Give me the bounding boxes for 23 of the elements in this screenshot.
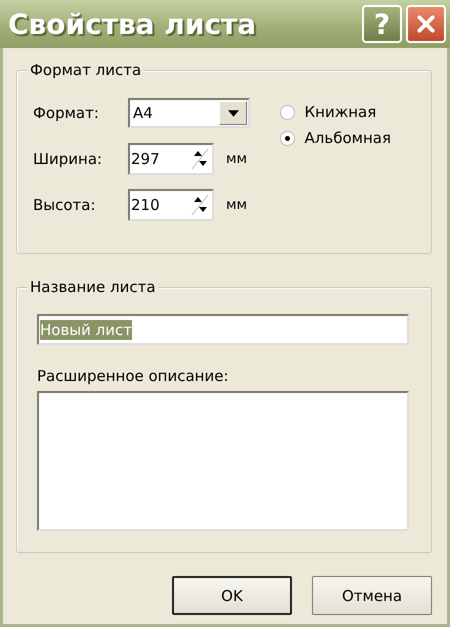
spinner-arrows-icon[interactable] — [190, 147, 210, 171]
close-icon — [415, 13, 437, 35]
caret-icon — [228, 110, 238, 116]
group-title: Формат листа — [27, 61, 144, 79]
field-label: Расширенное описание: — [37, 367, 230, 385]
field-label: Формат: — [33, 104, 100, 122]
unit-label: мм — [226, 197, 248, 213]
number-field[interactable]: 210 — [128, 189, 214, 221]
description-field[interactable] — [37, 391, 409, 531]
radio-button[interactable] — [280, 104, 295, 120]
close-button[interactable] — [406, 5, 446, 43]
field-label: Высота: — [33, 196, 97, 214]
field-label: Ширина: — [33, 150, 104, 168]
dialog-button[interactable]: Отмена — [312, 576, 432, 615]
format-dropdown[interactable]: A4 — [128, 98, 250, 128]
dialog-button[interactable]: OK — [172, 576, 292, 615]
radio-option[interactable]: Альбомная — [280, 129, 391, 147]
spinner-arrows-icon[interactable] — [190, 193, 210, 217]
radio-option[interactable]: Книжная — [280, 103, 391, 121]
window-title: Свойства листа — [8, 8, 256, 40]
unit-label: мм — [226, 151, 248, 167]
number-field[interactable]: 297 — [128, 143, 214, 175]
radio-button[interactable] — [280, 130, 295, 146]
